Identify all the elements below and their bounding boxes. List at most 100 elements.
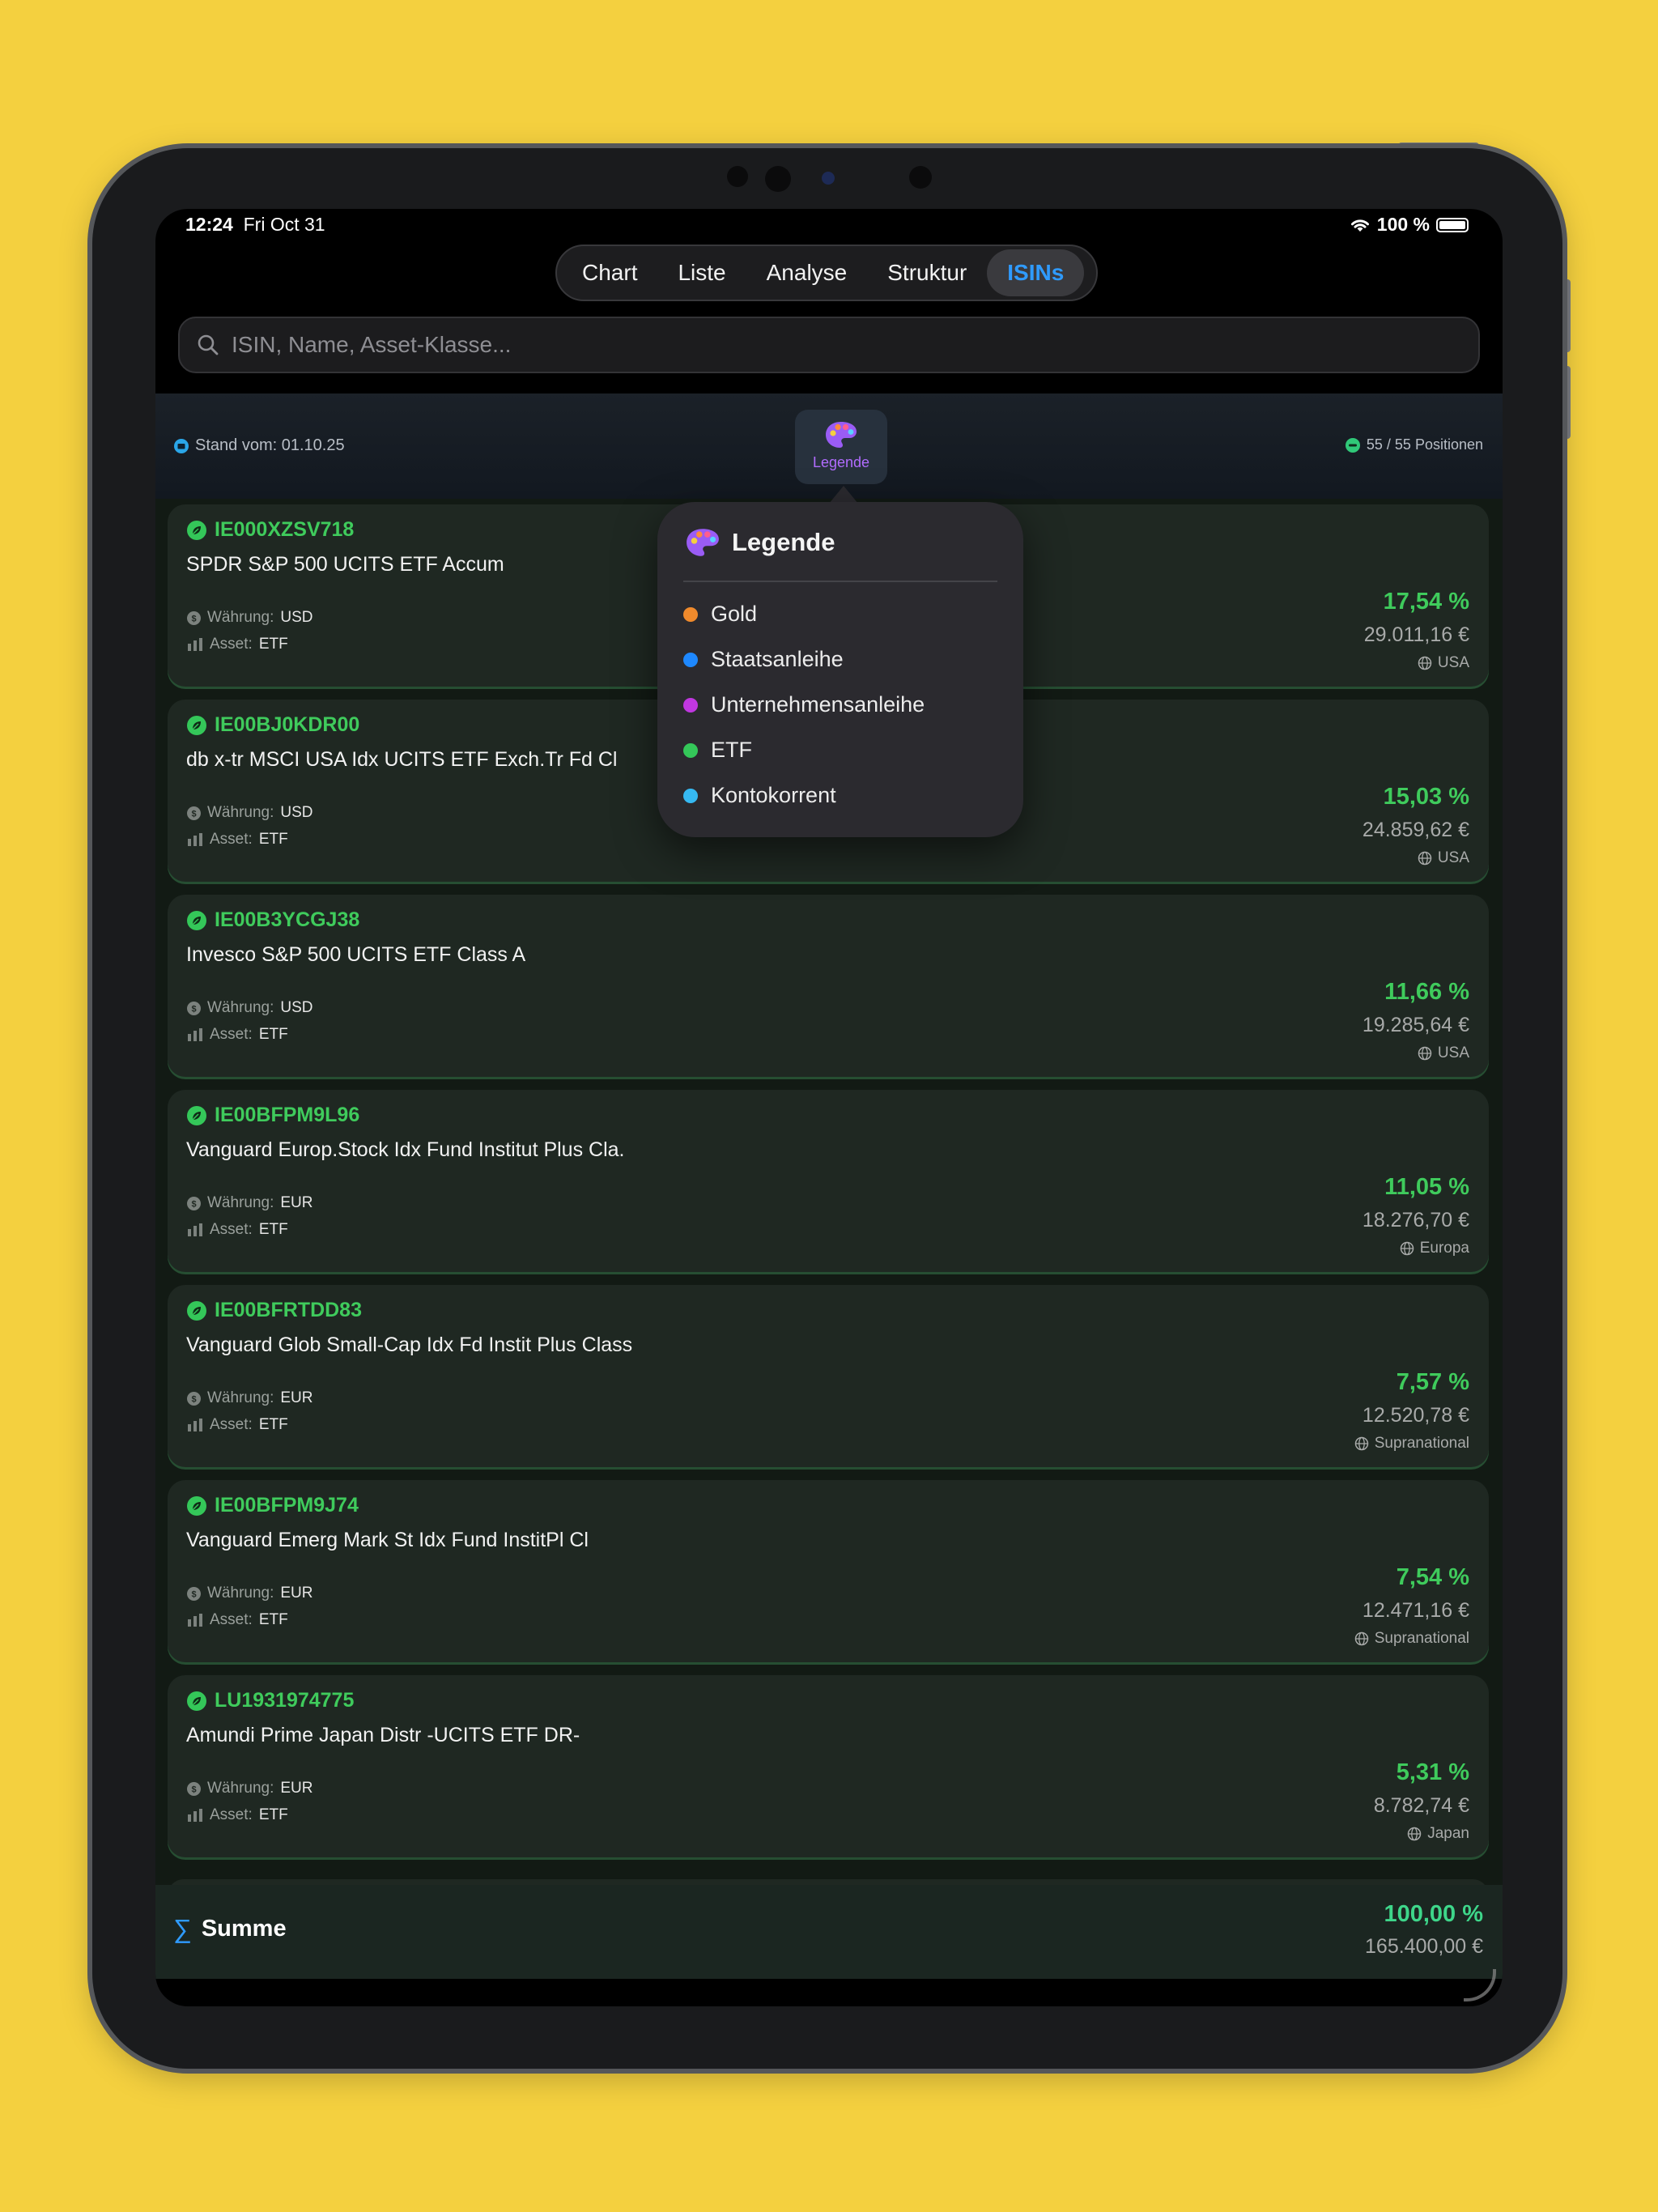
search-bar (178, 317, 1480, 373)
svg-text:$: $ (191, 1394, 196, 1404)
asset-row: Asset: ETF (187, 831, 288, 849)
position-value: 24.859,62 € (1362, 819, 1469, 841)
currency-row: $ Währung: USD (187, 999, 313, 1017)
region-label: Supranational (1354, 1435, 1469, 1453)
svg-text:$: $ (191, 1589, 196, 1599)
device-volume-up (1562, 279, 1571, 352)
position-value: 12.520,78 € (1362, 1404, 1469, 1427)
legend-color-dot (683, 652, 698, 667)
bar-chart-icon (188, 638, 202, 651)
isin-code: IE00BFPM9L96 (187, 1104, 359, 1127)
list-item[interactable]: IE00BFPM9J74 Vanguard Emerg Mark St Idx … (168, 1480, 1489, 1665)
svg-text:$: $ (191, 1784, 196, 1794)
search-input[interactable] (230, 331, 1448, 359)
leaf-icon (187, 1300, 206, 1321)
tab-liste[interactable]: Liste (657, 249, 746, 296)
asset-row: Asset: ETF (187, 1416, 288, 1434)
position-name: Vanguard Glob Small-Cap Idx Fd Instit Pl… (186, 1334, 633, 1356)
position-percent: 15,03 % (1383, 784, 1469, 810)
currency-icon: $ (187, 806, 201, 820)
legend-item: ETF (683, 738, 752, 763)
position-percent: 11,66 % (1384, 979, 1469, 1005)
position-name: Vanguard Emerg Mark St Idx Fund InstitPl… (186, 1529, 589, 1551)
position-value: 29.011,16 € (1363, 623, 1469, 646)
currency-icon: $ (187, 1781, 201, 1796)
region-label: Supranational (1354, 1630, 1469, 1648)
leaf-icon (187, 1691, 206, 1711)
palette-icon (826, 422, 857, 448)
app-screen: 12:24 Fri Oct 31 100 % Chart Liste Analy… (155, 209, 1503, 2006)
currency-row: $ Währung: EUR (187, 1389, 313, 1407)
bar-chart-icon (188, 1028, 202, 1041)
bar-chart-icon (188, 1614, 202, 1627)
globe-icon (1418, 1046, 1432, 1061)
asset-row: Asset: ETF (187, 1611, 288, 1629)
list-item[interactable]: IE00BFRTDD83 Vanguard Glob Small-Cap Idx… (168, 1285, 1489, 1470)
summary-label: ∑ Summe (173, 1914, 287, 1943)
bar-chart-icon (188, 1419, 202, 1431)
position-value: 12.471,16 € (1362, 1599, 1469, 1622)
region-label: USA (1418, 849, 1469, 867)
position-percent: 11,05 % (1384, 1174, 1469, 1200)
camera-sensor (765, 166, 791, 192)
bar-chart-icon (188, 1809, 202, 1822)
leaf-icon (187, 910, 206, 930)
svg-text:$: $ (191, 1199, 196, 1209)
legend-color-dot (683, 742, 698, 758)
tab-chart[interactable]: Chart (562, 249, 657, 296)
leaf-icon (187, 1495, 206, 1516)
sigma-icon: ∑ (173, 1914, 192, 1943)
position-name: db x-tr MSCI USA Idx UCITS ETF Exch.Tr F… (186, 748, 618, 771)
asset-row: Asset: ETF (187, 1221, 288, 1239)
wifi-icon (1350, 219, 1369, 232)
region-label: Europa (1400, 1240, 1469, 1257)
info-bar: Stand vom: 01.10.25 Legende 55 / 55 Posi… (155, 393, 1503, 499)
globe-icon (1400, 1241, 1414, 1256)
summary-value: 165.400,00 € (1365, 1935, 1483, 1958)
battery-icon (1436, 217, 1469, 232)
position-percent: 7,54 % (1396, 1564, 1469, 1590)
currency-icon: $ (187, 1196, 201, 1210)
leaf-icon (187, 520, 206, 540)
status-bar: 12:24 Fri Oct 31 100 % (155, 209, 1503, 241)
legend-item: Unternehmensanleihe (683, 692, 925, 717)
globe-icon (1354, 1436, 1368, 1451)
list-item[interactable]: IE00BFPM9L96 Vanguard Europ.Stock Idx Fu… (168, 1090, 1489, 1274)
check-icon (1345, 437, 1360, 453)
asset-row: Asset: ETF (187, 1806, 288, 1824)
svg-text:$: $ (191, 809, 196, 819)
list-item[interactable]: IE00B3YCGJ38 Invesco S&P 500 UCITS ETF C… (168, 895, 1489, 1079)
globe-icon (1418, 656, 1432, 670)
tab-isins[interactable]: ISINs (987, 249, 1085, 296)
legend-button[interactable]: Legende (795, 410, 887, 484)
status-time: 12:24 Fri Oct 31 (185, 214, 325, 235)
legend-color-dot (683, 788, 698, 803)
currency-row: $ Währung: EUR (187, 1194, 313, 1212)
popover-arrow (829, 486, 858, 504)
position-value: 18.276,70 € (1362, 1209, 1469, 1231)
currency-icon: $ (187, 610, 201, 625)
camera-sensor (727, 166, 748, 187)
isin-code: LU1931974775 (187, 1689, 354, 1712)
globe-icon (1354, 1631, 1368, 1646)
legend-color-dot (683, 697, 698, 713)
tab-struktur[interactable]: Struktur (867, 249, 987, 296)
isin-code: IE00BJ0KDR00 (187, 713, 359, 737)
bar-chart-icon (188, 833, 202, 846)
legend-title: Legende (685, 526, 835, 559)
leaf-icon (187, 1105, 206, 1125)
legend-color-dot (683, 606, 698, 622)
isin-code: IE00BFPM9J74 (187, 1494, 359, 1517)
palette-icon (687, 529, 719, 556)
isin-code: IE00BFRTDD83 (187, 1299, 362, 1322)
legend-button-label: Legende (812, 454, 870, 470)
device-volume-down (1562, 366, 1571, 439)
position-value: 19.285,64 € (1362, 1014, 1469, 1036)
screen-corner (1464, 1969, 1496, 2001)
list-item[interactable]: LU1931974775 Amundi Prime Japan Distr -U… (168, 1675, 1489, 1860)
tab-analyse[interactable]: Analyse (746, 249, 868, 296)
position-name: Amundi Prime Japan Distr -UCITS ETF DR- (186, 1724, 580, 1746)
currency-row: $ Währung: USD (187, 609, 313, 627)
currency-row: $ Währung: USD (187, 804, 313, 822)
leaf-icon (187, 715, 206, 735)
